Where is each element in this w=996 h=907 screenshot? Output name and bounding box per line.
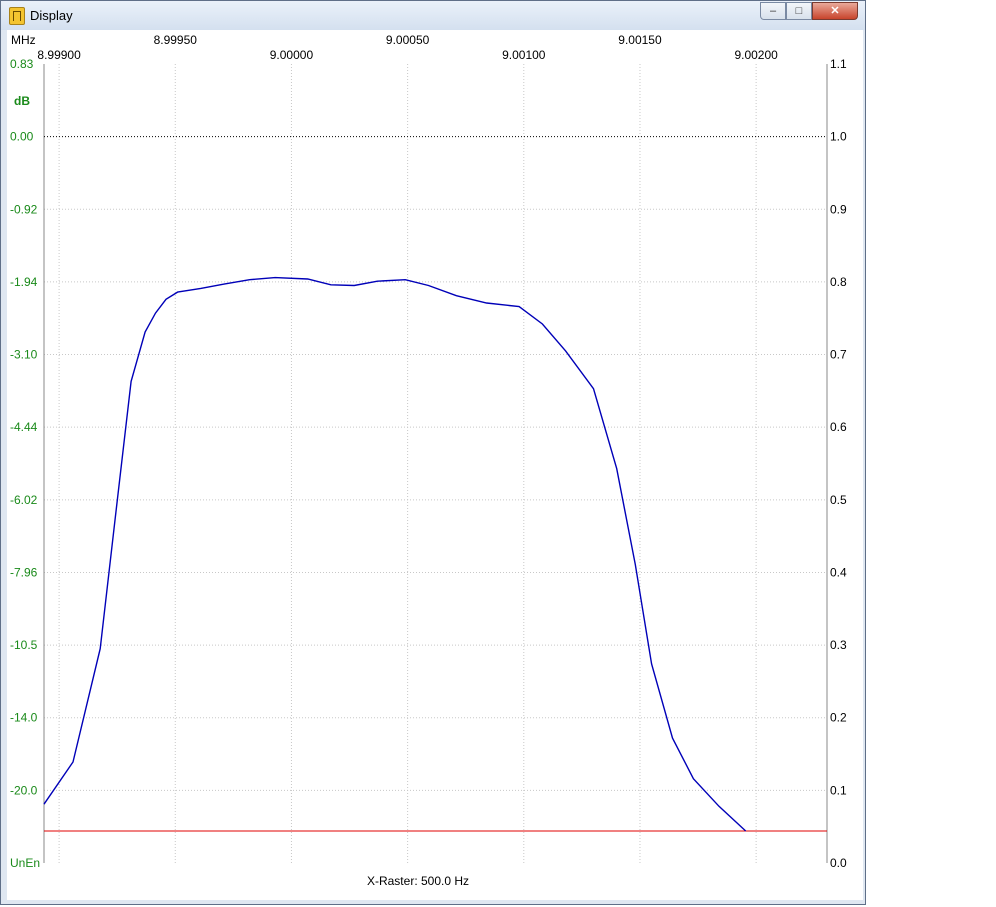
left-unit-label: dB — [14, 94, 30, 108]
left-tick-label: -3.10 — [10, 348, 38, 362]
display-window: Display – □ ✕ MHz dB X-Raster: 500.0 Hz … — [0, 0, 866, 905]
left-tick-label: -1.94 — [10, 275, 38, 289]
x-tick-label: 8.99950 — [154, 33, 198, 47]
left-tick-label: -10.5 — [10, 638, 38, 652]
footer-label: X-Raster: 500.0 Hz — [367, 874, 469, 888]
right-tick-label: 0.9 — [830, 202, 847, 216]
response-chart: MHz dB X-Raster: 500.0 Hz 8.99950 9.00050… — [10, 33, 847, 888]
left-tick-label: 0.00 — [10, 130, 34, 144]
right-tick-label: 0.5 — [830, 493, 847, 507]
x-tick-label: 9.00200 — [734, 48, 778, 62]
left-tick-label: -20.0 — [10, 783, 38, 797]
right-tick-label: 0.2 — [830, 711, 847, 725]
window-title: Display — [30, 8, 73, 23]
left-tick-label: -0.92 — [10, 202, 38, 216]
right-tick-label: 0.6 — [830, 420, 847, 434]
right-tick-label: 0.3 — [830, 638, 847, 652]
left-tick-label: -6.02 — [10, 493, 38, 507]
title-bar[interactable]: Display – □ ✕ — [1, 1, 865, 30]
right-tick-label: 1.0 — [830, 130, 847, 144]
left-tick-label: 0.83 — [10, 57, 34, 71]
minimize-button[interactable]: – — [760, 2, 786, 20]
plot-area: MHz dB X-Raster: 500.0 Hz 8.99950 9.00050… — [7, 30, 863, 900]
right-tick-label: 0.7 — [830, 348, 847, 362]
right-tick-label: 0.4 — [830, 565, 847, 579]
right-tick-label: 0.0 — [830, 856, 847, 870]
app-icon — [9, 7, 25, 25]
right-tick-label: 0.8 — [830, 275, 847, 289]
left-tick-label: UnEn — [10, 856, 40, 870]
x-tick-label: 8.99900 — [37, 48, 81, 62]
left-tick-label: -4.44 — [10, 420, 38, 434]
x-tick-label: 9.00050 — [386, 33, 430, 47]
left-tick-label: -14.0 — [10, 711, 38, 725]
close-button[interactable]: ✕ — [812, 2, 858, 20]
maximize-button[interactable]: □ — [786, 2, 812, 20]
x-tick-label: 9.00000 — [270, 48, 314, 62]
x-tick-label: 9.00150 — [618, 33, 662, 47]
response-trace — [43, 276, 747, 832]
left-tick-label: -7.96 — [10, 565, 38, 579]
grid-lines — [43, 64, 828, 863]
right-tick-label: 1.1 — [830, 57, 847, 71]
x-tick-label: 9.00100 — [502, 48, 546, 62]
right-tick-label: 0.1 — [830, 783, 847, 797]
x-unit-label: MHz — [11, 33, 36, 47]
